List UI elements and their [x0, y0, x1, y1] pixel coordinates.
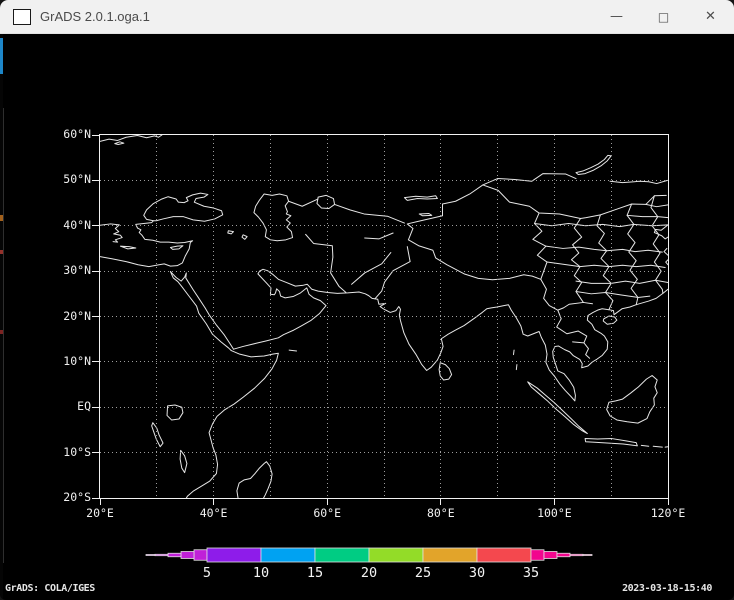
colorbar-right-arrow-step — [544, 552, 557, 559]
sliver-blue-fragment — [0, 38, 3, 74]
y-axis-tick — [92, 271, 99, 272]
colorbar-segment — [207, 548, 261, 562]
colorbar-label: 25 — [415, 565, 431, 581]
colorbar-left-arrow-step — [194, 550, 207, 561]
colorbar-segment — [261, 548, 315, 562]
x-axis-tick-label: 40°E — [179, 506, 249, 521]
colorbar-right-arrow-step — [531, 550, 544, 561]
x-axis-tick — [327, 499, 328, 505]
colorbar-label: 20 — [361, 565, 377, 581]
x-axis-tick — [213, 499, 214, 505]
close-button[interactable]: ✕ — [687, 0, 734, 33]
x-axis-tick-label: 20°E — [65, 506, 135, 521]
colorbar-left-arrow-step — [168, 553, 181, 557]
timestamp-text: 2023-03-18-15:40 — [622, 583, 712, 594]
colorbar-left-arrow-step — [155, 554, 168, 555]
colorbar-segment — [423, 548, 477, 562]
x-axis-tick — [100, 499, 101, 505]
y-axis-tick — [92, 452, 99, 453]
colorbar: 5 10 15 20 25 30 35 — [140, 541, 600, 581]
window-title: GrADS 2.0.1.oga.1 — [40, 9, 150, 24]
grads-window: GrADS 2.0.1.oga.1 — □ ✕ — [0, 0, 734, 600]
gridline-horizontal — [100, 180, 668, 181]
y-axis-tick-label: 50°N — [11, 172, 91, 187]
y-axis-tick — [92, 361, 99, 362]
y-axis-tick — [92, 498, 99, 499]
x-axis-tick-label: 80°E — [406, 506, 476, 521]
x-axis-tick-label: 60°E — [292, 506, 362, 521]
colorbar-right-arrow-step — [570, 554, 583, 555]
gridline-horizontal — [100, 361, 668, 362]
colorbar-right-arrow-step — [557, 553, 570, 557]
x-axis-tick — [440, 499, 441, 505]
maximize-button[interactable]: □ — [640, 0, 687, 33]
colorbar-label: 30 — [469, 565, 485, 581]
colorbar-segment — [369, 548, 423, 562]
colorbar-label: 10 — [253, 565, 269, 581]
colorbar-right-tail — [583, 555, 592, 556]
y-axis-tick-label: 60°N — [11, 127, 91, 142]
colorbar-label: 35 — [523, 565, 539, 581]
y-axis-tick-label: 20°S — [11, 490, 91, 505]
y-axis-tick-label: 10°S — [11, 445, 91, 460]
y-axis-tick — [92, 180, 99, 181]
y-axis-tick-label: 40°N — [11, 218, 91, 233]
colorbar-label: 5 — [203, 565, 211, 581]
grads-credit-text: GrADS: COLA/IGES — [5, 583, 95, 594]
colorbar-segment — [477, 548, 531, 562]
y-axis-tick-label: 10°N — [11, 354, 91, 369]
gridline-horizontal — [100, 316, 668, 317]
minimize-button[interactable]: — — [593, 0, 640, 33]
x-axis-tick — [668, 499, 669, 505]
y-axis-tick — [92, 135, 99, 136]
gridline-horizontal — [100, 452, 668, 453]
gridline-horizontal — [100, 271, 668, 272]
y-axis-tick-label: 30°N — [11, 263, 91, 278]
colorbar-left-tail — [146, 555, 155, 556]
gridline-horizontal — [100, 407, 668, 408]
colorbar-label: 15 — [307, 565, 323, 581]
gridline-horizontal — [100, 225, 668, 226]
colorbar-segment — [315, 548, 369, 562]
y-axis-tick — [92, 225, 99, 226]
y-axis-tick — [92, 316, 99, 317]
window-left-border — [3, 108, 4, 563]
y-axis-tick — [92, 407, 99, 408]
x-axis-tick — [554, 499, 555, 505]
y-axis-tick-label: EQ — [11, 399, 91, 414]
colorbar-left-arrow-step — [181, 552, 194, 559]
y-axis-tick-label: 20°N — [11, 309, 91, 324]
titlebar[interactable]: GrADS 2.0.1.oga.1 — □ ✕ — [0, 0, 734, 34]
x-axis-tick-label: 120°E — [633, 506, 703, 521]
x-axis-tick-label: 100°E — [519, 506, 589, 521]
app-icon — [13, 9, 31, 25]
window-controls: — □ ✕ — [593, 0, 734, 33]
